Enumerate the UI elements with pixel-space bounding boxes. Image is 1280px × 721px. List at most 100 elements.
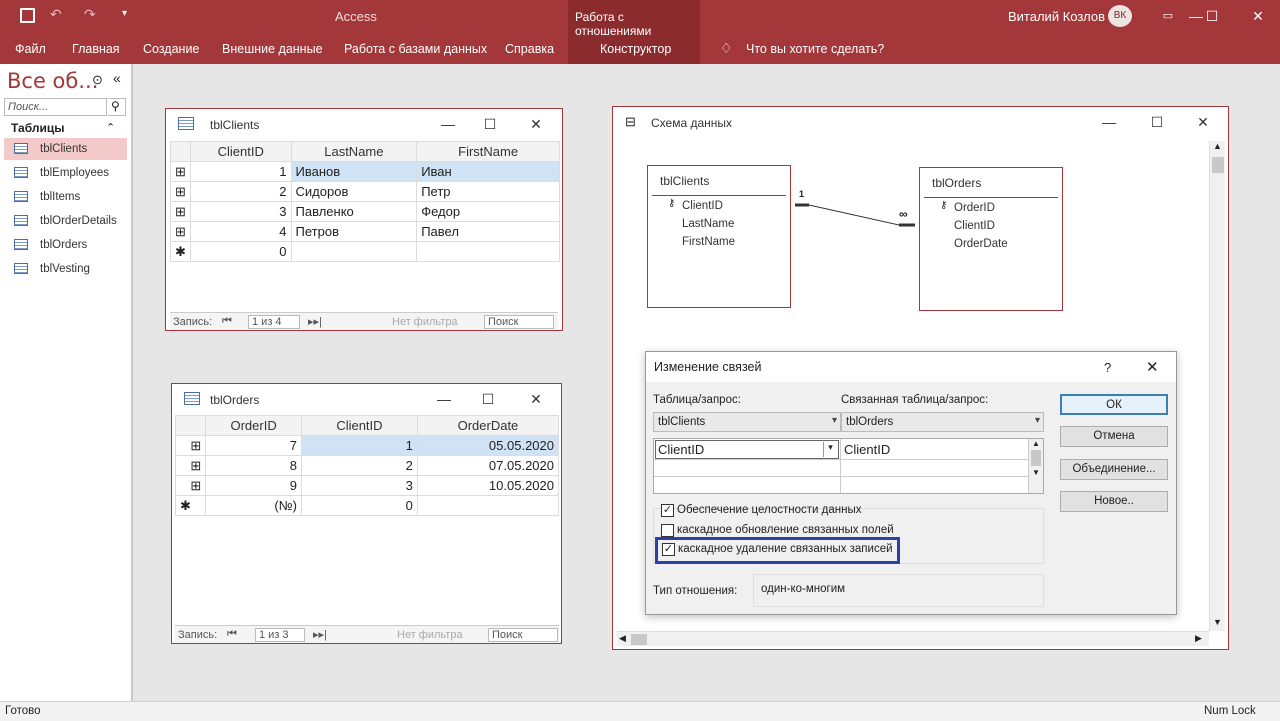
close-icon[interactable]: ✕ xyxy=(1146,358,1159,376)
close-icon[interactable]: ✕ xyxy=(526,389,546,409)
field-right-cell[interactable]: ClientID xyxy=(844,442,890,457)
ribbon-tabs: Файл Главная Создание Внешние данные Раб… xyxy=(0,33,1280,64)
key-icon: ⚷ xyxy=(668,198,676,209)
rel-many-label: ∞ xyxy=(899,207,908,221)
table-row[interactable]: ⊞ 3 Павленко Федор xyxy=(170,201,560,222)
datasheet: OrderID ClientID OrderDate ⊞ 7 1 05.05.2020 ⊞… xyxy=(174,415,560,516)
table-row[interactable]: ⊞ 9 3 10.05.2020 xyxy=(174,475,560,496)
tell-me-input[interactable]: Что вы хотите сделать? xyxy=(746,42,884,56)
next-record-icon[interactable]: ▸▸| xyxy=(313,628,327,641)
cascade-delete-label: каскадное удаление связанных записей xyxy=(678,543,893,555)
record-navigator: Запись: ⏮ 1 из 3 ▸▸| Нет фильтра Поиск xyxy=(175,625,559,643)
tab-external-data[interactable]: Внешние данные xyxy=(222,42,323,56)
cancel-button[interactable]: Отмена xyxy=(1060,426,1168,447)
section-tables[interactable]: Таблицы xyxy=(11,121,64,135)
tab-help[interactable]: Справка xyxy=(505,42,554,56)
chevron-down-icon: ▾ xyxy=(823,442,837,457)
tab-database-tools[interactable]: Работа с базами данных xyxy=(344,42,487,56)
nav-item-tblitems[interactable]: tblItems xyxy=(4,186,127,208)
nav-item-tblemployees[interactable]: tblEmployees xyxy=(4,162,127,184)
cascade-delete-checkbox[interactable]: ✓ xyxy=(662,543,675,556)
close-icon[interactable]: ✕ xyxy=(1248,6,1268,26)
col-orderdate[interactable]: OrderDate xyxy=(416,415,560,436)
vertical-scrollbar[interactable]: ▲ ▼ xyxy=(1209,141,1225,631)
create-new-button[interactable]: Новое.. xyxy=(1060,491,1168,512)
field-left-cell[interactable]: ClientID ▾ xyxy=(655,440,839,459)
nav-menu-icon[interactable]: ⊙ xyxy=(92,72,103,88)
table-icon xyxy=(14,215,28,226)
new-row[interactable]: ✱ 0 xyxy=(170,241,560,262)
entity-tblorders[interactable]: tblOrders ⚷ OrderID ClientID OrderDate xyxy=(919,167,1063,311)
col-orderid[interactable]: OrderID xyxy=(205,415,302,436)
next-record-icon[interactable]: ▸▸| xyxy=(308,315,322,328)
nav-item-tblorders[interactable]: tblOrders xyxy=(4,234,127,256)
nav-item-tblorderdetails[interactable]: tblOrderDetails xyxy=(4,210,127,232)
status-bar: Готово Num Lock xyxy=(0,701,1280,721)
search-input[interactable]: Поиск xyxy=(488,628,558,642)
tab-create[interactable]: Создание xyxy=(143,42,199,56)
join-type-button[interactable]: Объединение... xyxy=(1060,459,1168,480)
tab-file[interactable]: Файл xyxy=(15,42,46,56)
entity-tblclients[interactable]: tblClients ⚷ ClientID LastName FirstName xyxy=(647,165,791,308)
select-all-cell[interactable] xyxy=(170,141,191,162)
key-icon: ⚷ xyxy=(940,200,948,211)
table-row[interactable]: ⊞ 1 Иванов Иван xyxy=(170,161,560,182)
select-all-cell[interactable] xyxy=(174,415,207,436)
new-row[interactable]: ✱ (№) 0 xyxy=(174,495,560,516)
record-position-input[interactable]: 1 из 4 xyxy=(248,315,300,329)
maximize-icon[interactable]: ☐ xyxy=(480,114,500,134)
collapse-section-icon[interactable]: ⌃ xyxy=(106,121,115,134)
nav-item-tblclients[interactable]: tblClients xyxy=(4,138,127,160)
tab-home[interactable]: Главная xyxy=(72,42,120,56)
filter-status[interactable]: Нет фильтра xyxy=(392,316,458,328)
table-row[interactable]: ⊞ 4 Петров Павел xyxy=(170,221,560,242)
maximize-icon[interactable]: ☐ xyxy=(1202,6,1222,26)
col-lastname[interactable]: LastName xyxy=(290,141,418,162)
table-row[interactable]: ⊞ 8 2 07.05.2020 xyxy=(174,455,560,476)
minimize-icon[interactable]: — xyxy=(1099,112,1119,132)
related-table-select[interactable]: tblOrders ▾ xyxy=(841,412,1044,432)
minimize-icon[interactable]: — xyxy=(438,114,458,134)
fields-scrollbar[interactable]: ▲ ▼ xyxy=(1028,439,1043,493)
col-firstname[interactable]: FirstName xyxy=(416,141,560,162)
related-table-label: Связанная таблица/запрос: xyxy=(841,394,989,406)
filter-status[interactable]: Нет фильтра xyxy=(397,629,463,641)
col-clientid[interactable]: ClientID xyxy=(300,415,418,436)
nav-item-tblvesting[interactable]: tblVesting xyxy=(4,258,127,280)
chevron-down-icon: ▾ xyxy=(831,415,837,426)
close-icon[interactable]: ✕ xyxy=(1193,112,1213,132)
ribbon-display-icon[interactable]: ▭ xyxy=(1158,6,1178,26)
table-select[interactable]: tblClients ▾ xyxy=(653,412,841,432)
integrity-checkbox[interactable]: ✓ xyxy=(661,504,674,517)
tblorders-window: tblOrders — ☐ ✕ OrderID ClientID OrderDate… xyxy=(171,383,562,644)
minimize-icon[interactable]: — xyxy=(434,389,454,409)
rel-one-label: 1 xyxy=(799,189,805,199)
search-input[interactable]: Поиск xyxy=(484,315,554,329)
first-record-icon[interactable]: ⏮ xyxy=(222,315,232,328)
avatar[interactable]: ВК xyxy=(1108,5,1132,27)
redo-icon[interactable]: ↷ xyxy=(84,6,96,23)
help-icon[interactable]: ? xyxy=(1104,360,1111,375)
ok-button[interactable]: ОК xyxy=(1060,394,1168,415)
cascade-update-checkbox[interactable] xyxy=(661,524,674,537)
col-clientid[interactable]: ClientID xyxy=(190,141,292,162)
nav-title[interactable]: Все об... xyxy=(7,69,98,93)
close-icon[interactable]: ✕ xyxy=(526,114,546,134)
nav-search-input[interactable]: Поиск... xyxy=(4,98,107,116)
record-position-input[interactable]: 1 из 3 xyxy=(255,628,305,642)
maximize-icon[interactable]: ☐ xyxy=(1147,112,1167,132)
collapse-pane-icon[interactable]: « xyxy=(113,70,121,86)
search-icon[interactable]: ⚲ xyxy=(108,98,126,116)
save-icon[interactable] xyxy=(20,8,35,23)
undo-icon[interactable]: ↶ xyxy=(50,6,62,23)
table-row[interactable]: ⊞ 2 Сидоров Петр xyxy=(170,181,560,202)
table-icon xyxy=(14,191,28,202)
tab-design[interactable]: Конструктор xyxy=(600,42,671,56)
user-name[interactable]: Виталий Козлов xyxy=(1008,9,1105,24)
table-row[interactable]: ⊞ 7 1 05.05.2020 xyxy=(174,435,560,456)
maximize-icon[interactable]: ☐ xyxy=(478,389,498,409)
first-record-icon[interactable]: ⏮ xyxy=(227,628,237,641)
relationships-icon: ⊟ xyxy=(625,114,636,129)
horizontal-scrollbar[interactable]: ◀ ▶ xyxy=(617,631,1209,646)
customize-toolbar-icon[interactable]: ▾ xyxy=(122,8,127,19)
